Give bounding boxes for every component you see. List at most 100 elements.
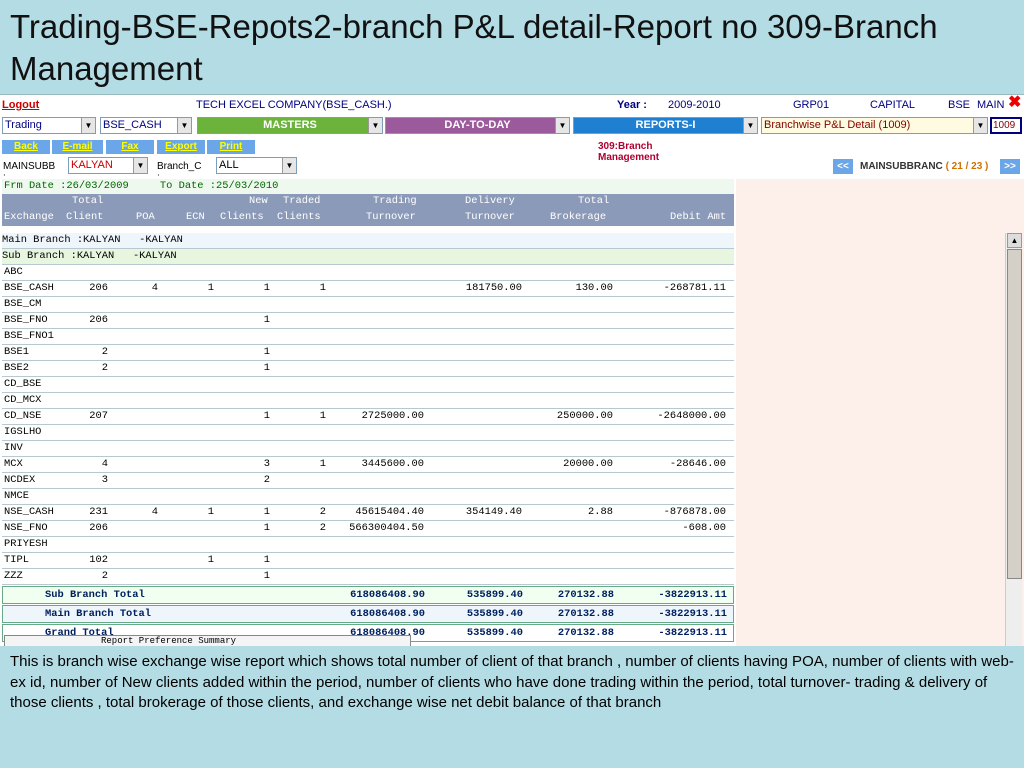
cell-newc: 1	[263, 346, 270, 358]
cell-newc: 2	[263, 474, 270, 486]
masters-menu[interactable]: MASTERS ▼	[197, 117, 383, 134]
cell-traded: 1	[319, 410, 326, 422]
daytoday-menu[interactable]: DAY-TO-DAY ▼	[385, 117, 570, 134]
company-name: TECH EXCEL COMPANY(BSE_CASH.)	[196, 99, 392, 111]
close-icon[interactable]: ✖	[1008, 95, 1024, 111]
cell-newc: 1	[263, 570, 270, 582]
mainsubb-select[interactable]: KALYAN ▼	[68, 157, 148, 174]
reports-menu[interactable]: REPORTS-I ▼	[573, 117, 758, 134]
email-button[interactable]: E-mail	[52, 140, 103, 154]
year-label: Year :	[617, 99, 647, 111]
total-row: Sub Branch Total 618086408.90 535899.40 270…	[2, 586, 734, 604]
table-row: BSE_FNO1	[2, 329, 734, 345]
total-brokerage: 270132.88	[557, 608, 614, 620]
total-row: Main Branch Total 618086408.90 535899.40 27…	[2, 605, 734, 623]
export-button[interactable]: Export	[157, 140, 205, 154]
cell-ex: INV	[4, 442, 23, 454]
table-row: CD_NSE 207 1 1 2725000.00 250000.00 -2648000.0…	[2, 409, 734, 425]
cell-traded: 2	[319, 506, 326, 518]
col-header: ECN	[186, 211, 205, 223]
total-delivery: 535899.40	[466, 589, 523, 601]
vertical-scrollbar[interactable]: ▲	[1005, 233, 1022, 646]
col-header: Delivery	[465, 195, 515, 207]
cell-poa: 4	[151, 282, 158, 294]
next-page-button[interactable]: >>	[1000, 159, 1020, 174]
cell-brokerage: 2.88	[588, 506, 613, 518]
cell-client: 4	[101, 458, 108, 470]
type-label: CAPITAL	[870, 99, 916, 111]
cell-traded: 1	[319, 458, 326, 470]
branch-select-value: ALL	[219, 159, 239, 171]
cell-client: 206	[89, 522, 108, 534]
cell-ex: IGSLHO	[4, 426, 42, 438]
table-row: BSE_FNO 206 1	[2, 313, 734, 329]
module-select[interactable]: Trading ▼	[2, 117, 96, 134]
total-delivery: 535899.40	[466, 608, 523, 620]
total-label: Sub Branch Total	[45, 589, 145, 601]
table-row: PRIYESH	[2, 537, 734, 553]
chevron-down-icon: ▼	[368, 118, 382, 133]
cell-delivery: 181750.00	[465, 282, 522, 294]
cell-debit: -608.00	[682, 522, 726, 534]
report-select-value: Branchwise P&L Detail (1009)	[764, 119, 911, 131]
report-header: Frm Date :26/03/2009 To Date :25/03/2010…	[2, 179, 734, 226]
branch-select[interactable]: ALL ▼	[216, 157, 297, 174]
segment-select-value: BSE_CASH	[103, 119, 162, 131]
cell-client: 102	[89, 554, 108, 566]
col-header: Total	[72, 195, 104, 207]
print-button[interactable]: Print	[207, 140, 255, 154]
slide-title: Trading-BSE-Repots2-branch P&L detail-Re…	[10, 8, 938, 87]
data-rows: ABC BSE_CASH 206 4 1 1 1 181750.00 130.00 -268781…	[2, 265, 734, 585]
module-select-value: Trading	[5, 119, 42, 131]
col-header: Exchange	[4, 211, 54, 223]
chevron-down-icon: ▼	[973, 118, 987, 133]
total-label: Main Branch Total	[45, 608, 152, 620]
report-code-input[interactable]: 1009	[990, 117, 1022, 134]
scroll-thumb[interactable]	[1007, 249, 1022, 579]
pager-count: ( 21 / 23 )	[945, 161, 989, 172]
report-select[interactable]: Branchwise P&L Detail (1009) ▼	[761, 117, 988, 134]
col-header: Total	[578, 195, 610, 207]
chevron-down-icon: ▼	[177, 118, 191, 133]
daytoday-menu-label: DAY-TO-DAY	[444, 119, 511, 131]
cell-newc: 1	[263, 506, 270, 518]
cell-ex: ABC	[4, 266, 23, 278]
prev-page-button[interactable]: <<	[833, 159, 853, 174]
cell-client: 2	[101, 570, 108, 582]
total-trading: 618086408.90	[350, 589, 425, 601]
cell-client: 207	[89, 410, 108, 422]
back-button[interactable]: Back	[2, 140, 50, 154]
exchange-label: BSE	[948, 99, 971, 111]
cell-ex: NMCE	[4, 490, 29, 502]
segment-select[interactable]: BSE_CASH ▼	[100, 117, 192, 134]
col-header: Client	[66, 211, 104, 223]
col-header: Turnover	[366, 211, 416, 223]
fax-button[interactable]: Fax	[106, 140, 154, 154]
cell-brokerage: 250000.00	[556, 410, 613, 422]
table-row: TIPL 102 1 1	[2, 553, 734, 569]
total-debit: -3822913.11	[658, 627, 727, 639]
cell-newc: 1	[263, 410, 270, 422]
scroll-up-icon[interactable]: ▲	[1007, 233, 1022, 248]
cell-ecn: 1	[207, 282, 214, 294]
pager-label: MAINSUBBRANC ( 21 / 23 )	[860, 161, 988, 172]
table-row: ZZZ 2 1	[2, 569, 734, 585]
logout-link[interactable]: Logout	[2, 99, 39, 111]
cell-newc: 1	[263, 554, 270, 566]
table-row: CD_BSE	[2, 377, 734, 393]
cell-client: 206	[89, 314, 108, 326]
cell-debit: -2648000.00	[657, 410, 726, 422]
total-brokerage: 270132.88	[557, 589, 614, 601]
report-preference-summary[interactable]: Report Preference Summary	[4, 635, 411, 646]
date-range: Frm Date :26/03/2009 To Date :25/03/2010	[2, 179, 734, 194]
cell-ex: BSE_FNO1	[4, 330, 54, 342]
cell-brokerage: 130.00	[575, 282, 613, 294]
col-header: Traded	[283, 195, 321, 207]
top-bar: Logout TECH EXCEL COMPANY(BSE_CASH.) Yea…	[0, 95, 1024, 117]
cell-ex: BSE_CM	[4, 298, 42, 310]
right-pane	[736, 179, 1024, 646]
table-row: IGSLHO	[2, 425, 734, 441]
chevron-down-icon: ▼	[743, 118, 757, 133]
cell-ex: CD_BSE	[4, 378, 42, 390]
table-row: ABC	[2, 265, 734, 281]
